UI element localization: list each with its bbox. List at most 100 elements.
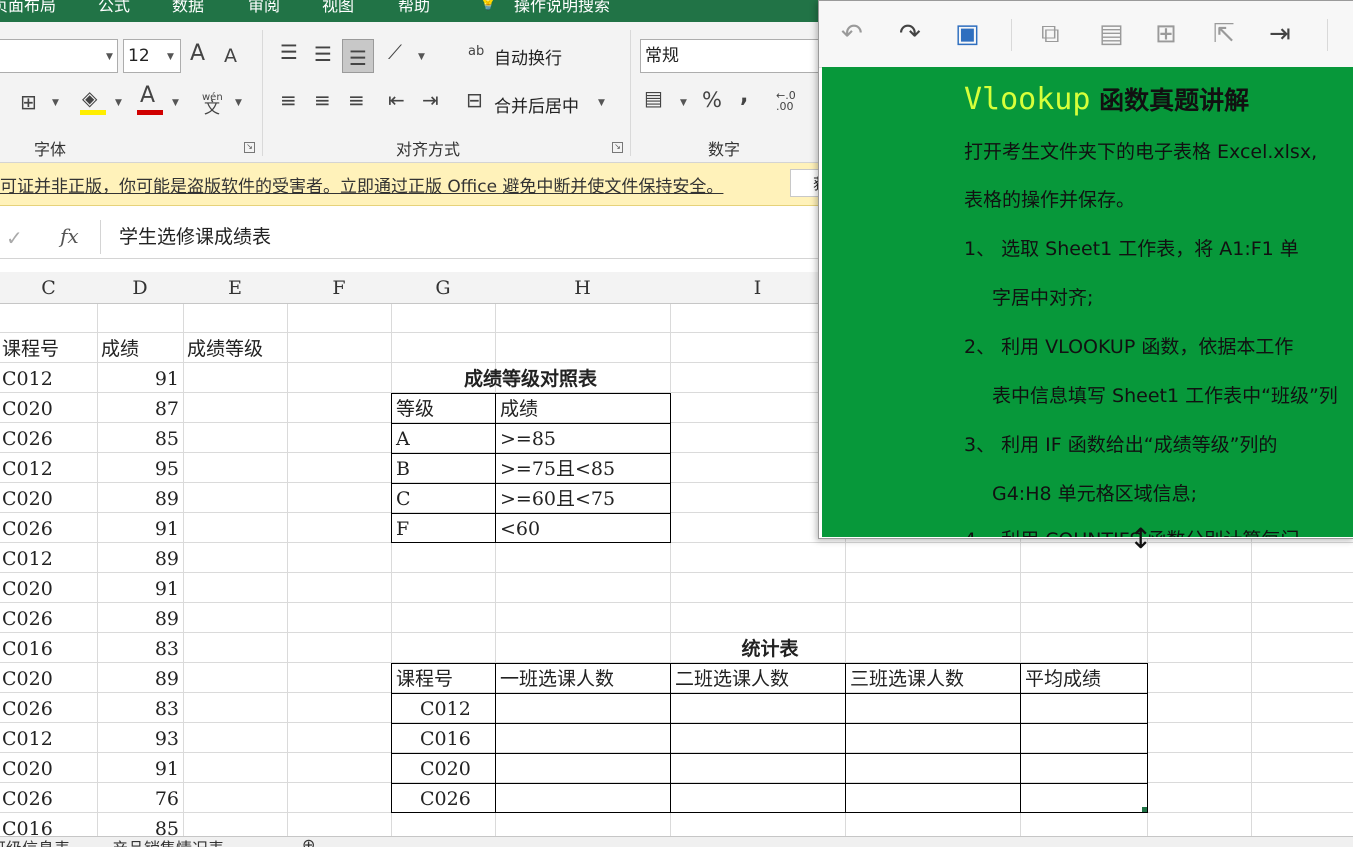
grow-font-icon[interactable]: A xyxy=(190,43,205,65)
shrink-font-icon[interactable]: A xyxy=(224,46,237,66)
grade-range-cell[interactable]: >=85 xyxy=(500,424,556,454)
stats-course-cell[interactable]: C016 xyxy=(420,724,471,754)
course-id-cell[interactable]: C016 xyxy=(2,814,53,836)
course-id-cell[interactable]: C026 xyxy=(2,784,53,814)
column-header-c[interactable]: C xyxy=(0,277,97,299)
stats-header-class2[interactable]: 二班选课人数 xyxy=(675,664,789,694)
stats-header-average[interactable]: 平均成绩 xyxy=(1025,664,1101,694)
dialog-launcher-icon[interactable]: ↘ xyxy=(244,142,255,153)
score-cell[interactable]: 83 xyxy=(97,694,179,724)
score-cell[interactable]: 89 xyxy=(97,484,179,514)
column-header-d[interactable]: D xyxy=(97,277,183,299)
align-right-icon[interactable]: ≡ xyxy=(348,90,365,110)
enter-check-icon[interactable]: ✓ xyxy=(6,226,23,250)
course-id-cell[interactable]: C012 xyxy=(2,454,53,484)
number-format-select[interactable]: 常规 xyxy=(640,39,830,73)
border-icon[interactable]: ⊞ xyxy=(20,92,37,112)
save-icon[interactable]: ▣ xyxy=(955,19,980,49)
course-id-cell[interactable]: C026 xyxy=(2,424,53,454)
tab-data[interactable]: 数据 xyxy=(172,0,204,16)
grade-level-cell[interactable]: B xyxy=(396,454,410,484)
align-center-icon[interactable]: ≡ xyxy=(314,90,331,110)
score-cell[interactable]: 91 xyxy=(97,514,179,544)
course-id-cell[interactable]: C026 xyxy=(2,604,53,634)
tab-formulas[interactable]: 公式 xyxy=(98,0,130,16)
stats-course-cell[interactable]: C012 xyxy=(420,694,471,724)
course-id-cell[interactable]: C012 xyxy=(2,724,53,754)
course-id-cell[interactable]: C026 xyxy=(2,694,53,724)
course-id-cell[interactable]: C020 xyxy=(2,664,53,694)
column-header-e[interactable]: E xyxy=(183,277,287,299)
align-left-icon[interactable]: ≡ xyxy=(280,90,297,110)
course-id-cell[interactable]: C026 xyxy=(2,514,53,544)
column-header-f[interactable]: F xyxy=(287,277,391,299)
add-sheet-icon[interactable]: ⊕ xyxy=(302,837,315,847)
course-id-cell[interactable]: C012 xyxy=(2,364,53,394)
course-id-cell[interactable]: C020 xyxy=(2,574,53,604)
grade-level-cell[interactable]: A xyxy=(396,424,410,454)
score-cell[interactable]: 76 xyxy=(97,784,179,814)
grade-table-title[interactable]: 成绩等级对照表 xyxy=(391,364,670,394)
formula-input[interactable]: 学生选修课成绩表 xyxy=(100,220,830,254)
header-grade-level[interactable]: 成绩等级 xyxy=(187,334,263,364)
stats-header-course[interactable]: 课程号 xyxy=(396,664,453,694)
redo-icon[interactable]: ↷ xyxy=(899,19,921,49)
score-cell[interactable]: 95 xyxy=(97,454,179,484)
move-icon[interactable]: ⇱ xyxy=(1213,19,1235,49)
score-cell[interactable]: 85 xyxy=(97,814,179,836)
tab-help[interactable]: 帮助 xyxy=(398,0,430,16)
sheet-tab-product-sales[interactable]: 产品销售情况表 xyxy=(112,837,224,847)
course-id-cell[interactable]: C016 xyxy=(2,634,53,664)
fill-handle[interactable] xyxy=(1142,807,1147,812)
comma-icon[interactable]: , xyxy=(740,85,748,107)
merge-center-button[interactable]: 合并后居中 xyxy=(494,92,579,117)
score-cell[interactable]: 83 xyxy=(97,634,179,664)
score-cell[interactable]: 91 xyxy=(97,364,179,394)
column-header-g[interactable]: G xyxy=(391,277,495,299)
score-cell[interactable]: 85 xyxy=(97,424,179,454)
align-middle-icon[interactable]: ☰ xyxy=(314,44,332,64)
score-cell[interactable]: 93 xyxy=(97,724,179,754)
grade-range-cell[interactable]: >=75且<85 xyxy=(500,454,615,484)
decrease-indent-icon[interactable]: ⇤ xyxy=(388,90,405,110)
orientation-icon[interactable]: ⟋ xyxy=(388,42,402,62)
copy-icon[interactable]: ⧉ xyxy=(1041,19,1060,49)
grade-level-cell[interactable]: C xyxy=(396,484,411,514)
dialog-launcher-icon[interactable]: ↘ xyxy=(612,142,623,153)
grade-range-cell[interactable]: <60 xyxy=(500,514,540,544)
score-cell[interactable]: 89 xyxy=(97,544,179,574)
header-score[interactable]: 成绩 xyxy=(101,334,139,364)
license-warning-text[interactable]: 可证并非正版，你可能是盗版软件的受害者。立即通过正版 Office 避免中断并使… xyxy=(0,172,723,197)
font-color-icon[interactable]: A xyxy=(140,85,155,107)
increase-indent-icon[interactable]: ⇥ xyxy=(422,90,439,110)
grade-header-score[interactable]: 成绩 xyxy=(500,394,538,424)
stats-table-title[interactable]: 统计表 xyxy=(495,634,1045,664)
tab-page-layout[interactable]: 页面布局 xyxy=(0,0,56,16)
wrap-text-button[interactable]: 自动换行 xyxy=(494,44,562,69)
header-course-id[interactable]: 课程号 xyxy=(2,334,59,364)
undo-icon[interactable]: ↶ xyxy=(841,19,863,49)
tab-review[interactable]: 审阅 xyxy=(248,0,280,16)
currency-icon[interactable]: ▤ xyxy=(644,88,663,108)
score-cell[interactable]: 91 xyxy=(97,754,179,784)
stats-header-class3[interactable]: 三班选课人数 xyxy=(850,664,964,694)
insert-function-icon[interactable]: fx xyxy=(60,224,79,248)
stats-course-cell[interactable]: C026 xyxy=(420,784,471,814)
sheet-tab-class-info[interactable]: 班级信息表 xyxy=(0,837,70,847)
tab-view[interactable]: 视图 xyxy=(322,0,354,16)
grade-range-cell[interactable]: >=60且<75 xyxy=(500,484,615,514)
column-header-h[interactable]: H xyxy=(495,277,670,299)
increase-decimal-icon[interactable]: ←.0 .00 xyxy=(776,90,816,112)
score-cell[interactable]: 89 xyxy=(97,604,179,634)
align-bottom-button[interactable]: ☰ xyxy=(342,39,374,73)
percent-icon[interactable]: % xyxy=(702,90,722,111)
course-id-cell[interactable]: C020 xyxy=(2,484,53,514)
align-top-icon[interactable]: ☰ xyxy=(280,42,298,62)
course-id-cell[interactable]: C020 xyxy=(2,754,53,784)
stats-header-class1[interactable]: 一班选课人数 xyxy=(500,664,614,694)
course-id-cell[interactable]: C020 xyxy=(2,394,53,424)
tell-me-search[interactable]: 操作说明搜索 xyxy=(514,0,610,16)
grade-header-level[interactable]: 等级 xyxy=(396,394,434,424)
paste-icon[interactable]: ▤ xyxy=(1099,19,1124,49)
score-cell[interactable]: 89 xyxy=(97,664,179,694)
